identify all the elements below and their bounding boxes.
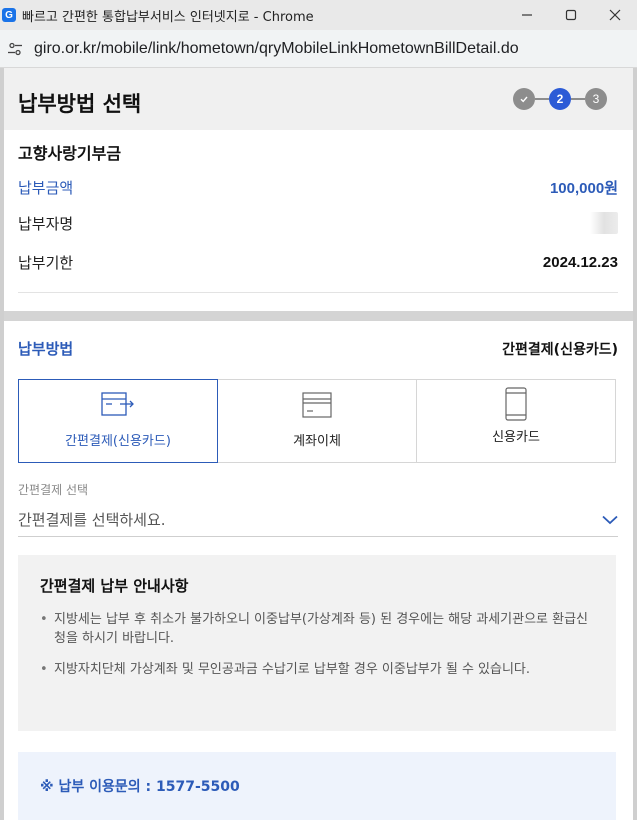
section-separator (4, 311, 633, 321)
account-transfer-icon (302, 392, 332, 418)
url-text[interactable]: giro.or.kr/mobile/link/hometown/qryMobil… (34, 40, 519, 58)
tab-credit-card-label: 신용카드 (492, 430, 540, 445)
payment-method-label: 납부방법 (18, 340, 74, 358)
tab-easy-pay[interactable]: 간편결제(신용카드) (18, 379, 218, 463)
due-value: 2024.12.23 (542, 253, 618, 271)
due-date-row: 납부기한 2024.12.23 (18, 251, 618, 273)
notice-item: 지방세는 납부 후 취소가 불가하오니 이중납부(가상계좌 등) 된 경우에는 … (40, 610, 594, 648)
step-3-pending: 3 (585, 88, 607, 110)
easy-pay-select[interactable]: 간편결제를 선택하세요. (18, 503, 618, 537)
credit-card-icon (505, 387, 527, 421)
close-window-button[interactable] (593, 0, 637, 30)
contact-text: ※ 납부 이용문의 : 1577-5500 (40, 779, 240, 795)
amount-value: 100,000원 (549, 179, 618, 197)
divider (18, 292, 618, 293)
payment-method-selected: 간편결제(신용카드) (502, 341, 618, 358)
payer-name-redacted (590, 212, 618, 234)
window-titlebar: G 빠르고 간편한 통합납부서비스 인터넷지로 - Chrome (0, 0, 637, 30)
easy-pay-select-value: 간편결제를 선택하세요. (18, 511, 166, 529)
site-info-icon[interactable] (6, 40, 24, 58)
payer-label: 납부자명 (18, 214, 74, 233)
giro-favicon-icon: G (2, 8, 16, 22)
bill-title: 고향사랑기부금 (18, 144, 122, 163)
page-title: 납부방법 선택 (18, 92, 142, 116)
window-title: 빠르고 간편한 통합납부서비스 인터넷지로 - Chrome (22, 9, 314, 25)
check-icon (520, 96, 528, 103)
amount-label: 납부금액 (18, 178, 74, 197)
amount-row: 납부금액 100,000원 (18, 176, 618, 198)
close-icon (609, 9, 621, 21)
payer-row: 납부자명 (18, 212, 618, 234)
maximize-button[interactable] (549, 0, 593, 30)
payment-method-tabs: 간편결제(신용카드) 계좌이체 신용카드 (18, 379, 616, 463)
tab-easy-pay-label: 간편결제(신용카드) (65, 434, 171, 449)
step-1-done (513, 88, 535, 110)
notice-item: 지방자치단체 가상계좌 및 무인공과금 수납기로 납부할 경우 이중납부가 될 … (40, 660, 594, 679)
easy-pay-select-caption: 간편결제 선택 (18, 483, 89, 497)
notice-box: 간편결제 납부 안내사항 지방세는 납부 후 취소가 불가하오니 이중납부(가상… (18, 555, 616, 731)
page-content: 납부방법 선택 2 3 고향사랑기부금 납부금액 100,000원 납부자명 납… (4, 68, 633, 820)
contact-box: ※ 납부 이용문의 : 1577-5500 (18, 752, 616, 820)
maximize-icon (565, 9, 577, 21)
due-label: 납부기한 (18, 253, 74, 272)
minimize-button[interactable] (505, 0, 549, 30)
window-controls (505, 0, 637, 30)
chevron-down-icon (602, 515, 618, 524)
step-connector (571, 98, 585, 100)
tab-account-transfer-label: 계좌이체 (293, 434, 341, 449)
page-header: 납부방법 선택 2 3 (4, 68, 633, 130)
address-bar[interactable]: giro.or.kr/mobile/link/hometown/qryMobil… (0, 30, 637, 68)
step-2-active: 2 (549, 88, 571, 110)
easy-pay-icon (101, 392, 134, 416)
notice-title: 간편결제 납부 안내사항 (40, 577, 189, 595)
step-connector (535, 98, 549, 100)
step-indicator: 2 3 (513, 88, 607, 110)
tab-credit-card[interactable]: 신용카드 (417, 379, 616, 463)
minimize-icon (522, 14, 532, 16)
tab-account-transfer[interactable]: 계좌이체 (218, 379, 417, 463)
payment-method-row: 납부방법 간편결제(신용카드) (18, 338, 618, 359)
